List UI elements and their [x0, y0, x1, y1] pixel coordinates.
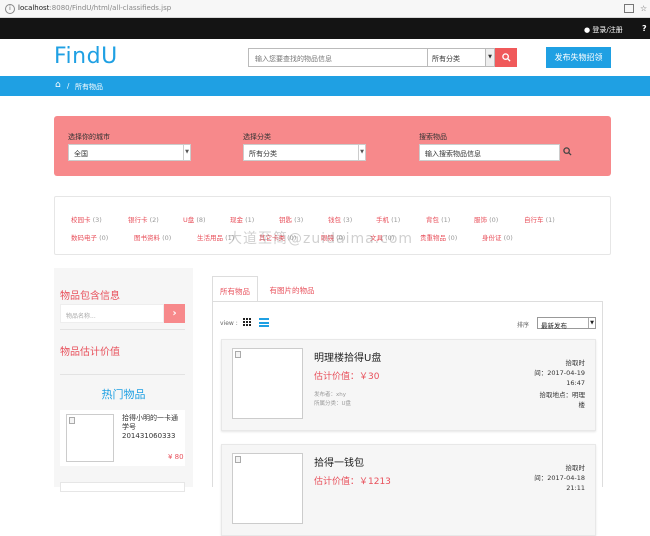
tag-link[interactable]: 数码电子 (0)	[71, 232, 108, 242]
url-text[interactable]: localhost:8080/FindU/html/all-classified…	[18, 4, 171, 12]
hot-items-title: 热门物品	[101, 388, 146, 401]
divider	[60, 329, 185, 330]
header-search-button[interactable]	[495, 48, 517, 67]
tag-link[interactable]: 手机 (1)	[376, 214, 400, 224]
tag-link[interactable]: 钥匙 (3)	[279, 214, 303, 224]
items-panel: view : 排序 最新发布 ▼ 明理楼拾得U盘 估计价值：￥30 发布者：xhy…	[212, 302, 603, 536]
breadcrumb-separator: /	[67, 82, 70, 90]
help-icon[interactable]: ?	[642, 24, 647, 33]
tag-link[interactable]: 图书资料 (0)	[134, 232, 171, 242]
item-title[interactable]: 拾得一钱包	[314, 454, 364, 469]
tag-link[interactable]: 钱包 (3)	[328, 214, 352, 224]
broken-image-icon	[69, 417, 75, 424]
hot-item-card[interactable]	[60, 482, 185, 492]
broken-image-icon	[235, 351, 241, 358]
tag-link[interactable]: U盘 (8)	[183, 214, 206, 224]
item-card[interactable]: 明理楼拾得U盘 估计价值：￥30 发布者：xhy 所属分类：U盘 拾取时 间：20…	[221, 339, 596, 431]
value-title: 物品估计价值	[60, 347, 120, 358]
item-price: 估计价值：￥1213	[314, 477, 391, 487]
reader-view-icon[interactable]	[624, 4, 634, 13]
broken-image-icon	[235, 456, 241, 463]
post-item-button[interactable]: 发布失物招领	[546, 47, 611, 68]
category-select[interactable]: 所有分类 ▼	[243, 144, 366, 161]
chevron-down-icon: ▼	[358, 145, 365, 160]
contains-info-title: 物品包含信息	[60, 291, 120, 302]
home-icon[interactable]: ⌂	[55, 80, 61, 90]
chevron-down-icon: ▼	[588, 318, 595, 328]
divider	[60, 374, 185, 375]
search-icon[interactable]	[563, 147, 572, 156]
tag-link[interactable]: 现金 (1)	[230, 214, 254, 224]
city-select[interactable]: 全国 ▼	[68, 144, 191, 161]
chevron-down-icon: ▼	[183, 145, 190, 160]
chevron-down-icon: ▼	[485, 49, 494, 66]
info-icon[interactable]: i	[5, 4, 15, 14]
list-view-icon[interactable]	[259, 318, 269, 327]
item-publisher: 发布者：xhy	[314, 392, 346, 398]
tag-link[interactable]: 身份证 (0)	[482, 232, 513, 242]
view-label: view :	[220, 320, 238, 327]
bookmark-icon[interactable]: ☆	[640, 4, 647, 13]
tag-link[interactable]: 贵重物品 (0)	[420, 232, 457, 242]
item-thumbnail[interactable]	[232, 453, 303, 524]
header-search-input[interactable]: 输入您要查找的物品信息	[248, 48, 428, 67]
item-card[interactable]: 拾得一钱包 估计价值：￥1213 拾取时 间：2017-04-18 21:11	[221, 444, 596, 536]
item-category: 所属分类：U盘	[314, 401, 352, 407]
tag-link[interactable]: 服饰 (0)	[474, 214, 498, 224]
filter-search-input[interactable]: 输入搜索物品信息	[419, 144, 560, 161]
sort-label: 排序	[517, 322, 530, 329]
breadcrumb: ⌂ / 所有物品	[0, 76, 650, 96]
browser-url-bar[interactable]: i localhost:8080/FindU/html/all-classifi…	[0, 0, 650, 18]
sidebar: 物品包含信息 物品名称... › 物品估计价值 热门物品 拾得小明的一卡通 学号…	[54, 268, 193, 492]
search-label: 搜索物品	[419, 133, 447, 141]
filter-panel: 选择你的城市 全国 ▼ 选择分类 所有分类 ▼ 搜索物品 输入搜索物品信息	[54, 116, 611, 176]
tab-all-items[interactable]: 所有物品	[212, 276, 258, 302]
watermark: 大道至简@zuidaima.com	[228, 231, 414, 247]
tag-link[interactable]: 校园卡 (3)	[71, 214, 102, 224]
tab-items-with-images[interactable]: 有图片的物品	[258, 276, 326, 302]
hot-item-card[interactable]: 拾得小明的一卡通 学号201431060333 ¥ 80	[60, 410, 185, 466]
item-pickup-time: 拾取时 间：2017-04-19 16:47	[534, 359, 585, 387]
top-bar: ● 登录/注册 ?	[0, 18, 650, 39]
hot-item-title[interactable]: 拾得小明的一卡通 学号201431060333	[122, 414, 182, 441]
city-label: 选择你的城市	[68, 133, 110, 141]
login-link[interactable]: ● 登录/注册	[584, 25, 623, 35]
item-thumbnail[interactable]	[66, 414, 114, 462]
hot-item-price: ¥ 80	[168, 453, 184, 461]
item-thumbnail[interactable]	[232, 348, 303, 419]
item-name-input[interactable]: 物品名称...	[60, 304, 164, 323]
site-logo[interactable]: FindU	[54, 44, 118, 69]
item-tabs: 所有物品 有图片的物品	[212, 276, 603, 302]
tag-link[interactable]: 银行卡 (2)	[128, 214, 159, 224]
item-pickup-place: 拾取地点：明理楼	[539, 391, 586, 409]
item-pickup-time: 拾取时 间：2017-04-18 21:11	[534, 464, 585, 492]
chevron-right-icon[interactable]: ›	[164, 304, 185, 323]
category-label: 选择分类	[243, 133, 271, 141]
search-icon	[501, 53, 511, 62]
header-category-select[interactable]: 所有分类 ▼	[427, 48, 495, 67]
item-title[interactable]: 明理楼拾得U盘	[314, 349, 381, 364]
breadcrumb-current: 所有物品	[75, 83, 103, 91]
tag-link[interactable]: 背包 (1)	[426, 214, 450, 224]
grid-view-icon[interactable]	[243, 318, 252, 327]
sort-select[interactable]: 最新发布 ▼	[537, 317, 596, 330]
item-price: 估计价值：￥30	[314, 372, 380, 382]
tag-link[interactable]: 自行车 (1)	[524, 214, 555, 224]
